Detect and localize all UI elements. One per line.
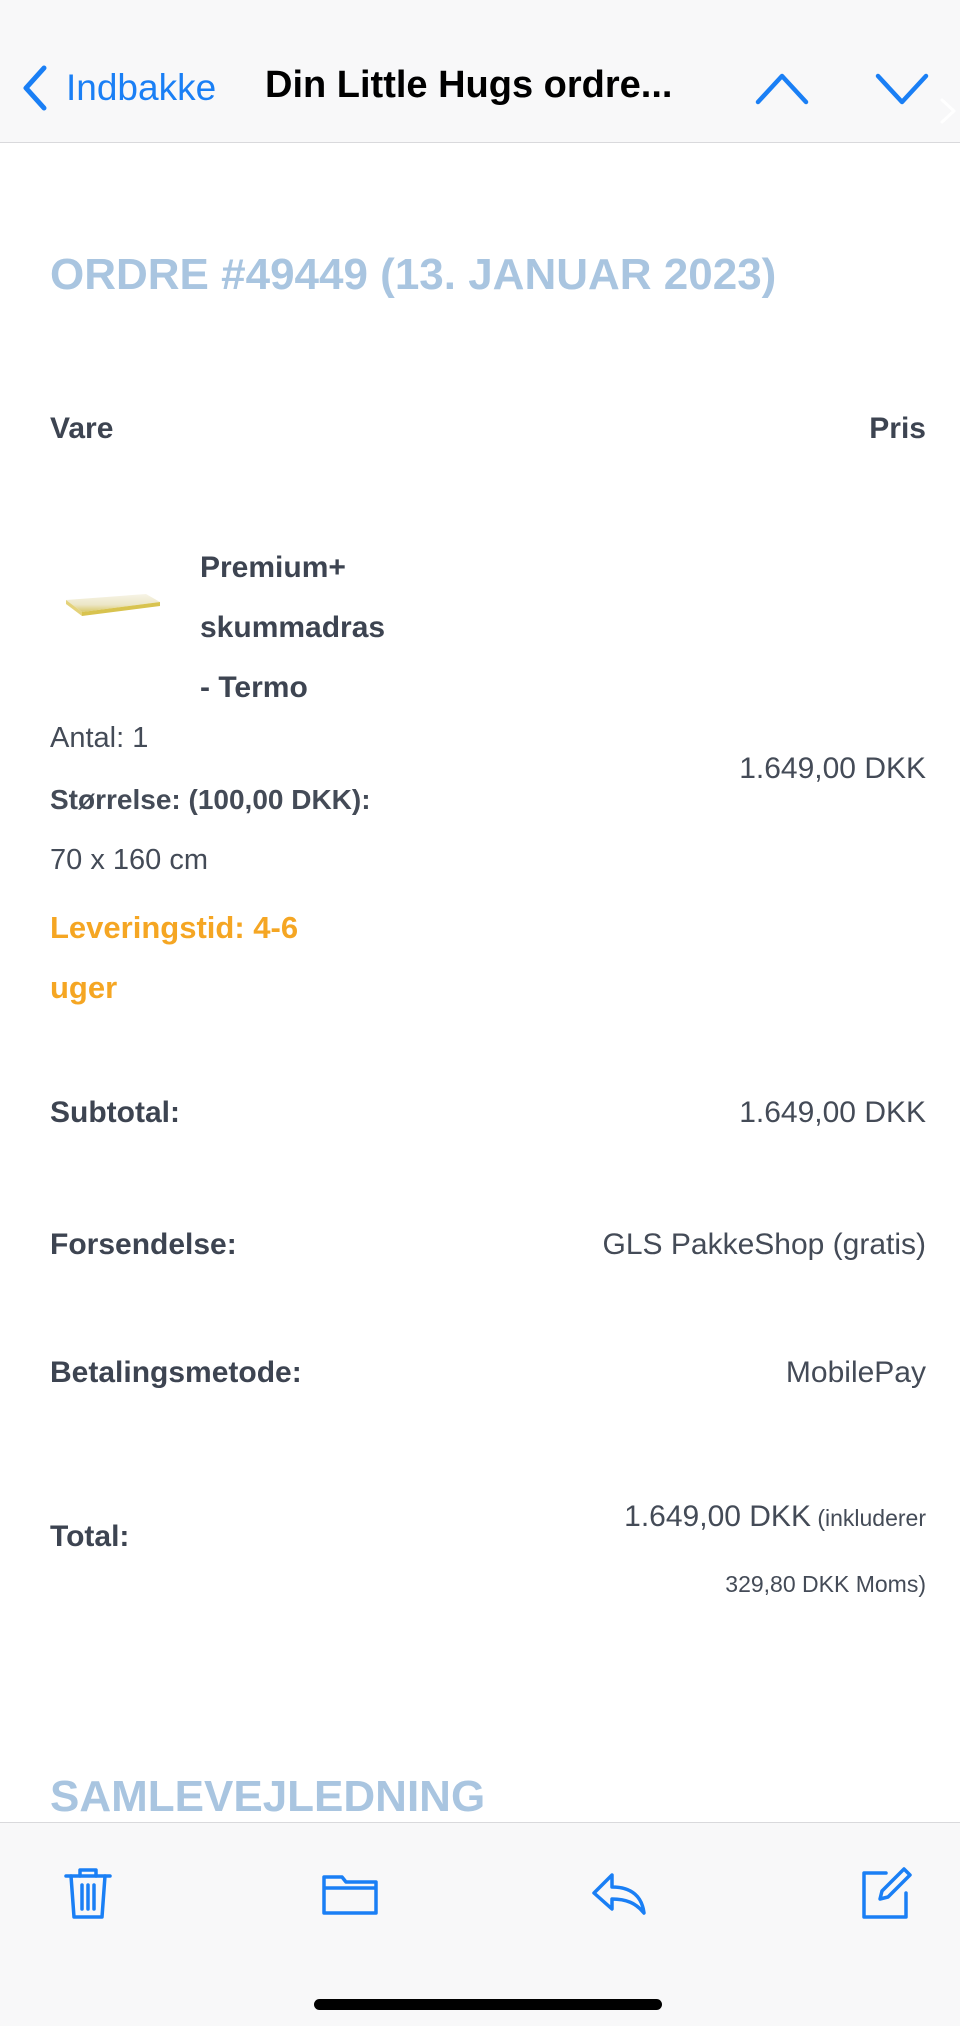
trash-icon [64, 1868, 112, 1919]
email-view: Indbakke Din Little Hugs ordre... ORDRE … [0, 0, 960, 2026]
move-to-folder-button[interactable] [320, 1863, 380, 1923]
chevron-down-icon [875, 73, 929, 105]
payment-method-label: Betalingsmetode: [50, 1356, 302, 1389]
product-name-line: Premium+ [200, 551, 346, 584]
compose-button[interactable] [856, 1863, 916, 1923]
product-name-line: - Termo [200, 671, 308, 704]
product-image[interactable] [60, 588, 164, 618]
back-label: Indbakke [66, 67, 217, 108]
back-to-inbox-button[interactable]: Indbakke [18, 58, 216, 118]
navigation-bar: Indbakke Din Little Hugs ordre... [0, 0, 960, 143]
shipping-value: GLS PakkeShop (gratis) [602, 1228, 926, 1261]
edge-chevron-icon [936, 96, 960, 126]
shipping-label: Forsendelse: [50, 1228, 237, 1261]
subtotal-label: Subtotal: [50, 1096, 180, 1129]
reply-icon [592, 1873, 646, 1915]
total-vat-amount: 329,80 DKK Moms) [725, 1571, 926, 1597]
compose-icon [862, 1867, 912, 1919]
total-value: 1.649,00 DKK (inkluderer 329,80 DKK Moms… [624, 1486, 926, 1615]
delete-button[interactable] [58, 1863, 118, 1923]
delivery-time: Leveringstid: 4-6 uger [50, 898, 380, 1018]
reply-button[interactable] [588, 1863, 648, 1923]
delivery-time-line: uger [50, 970, 118, 1005]
item-size-value: 70 x 160 cm [50, 844, 208, 876]
item-quantity: Antal: 1 [50, 722, 149, 754]
chevron-up-icon [755, 73, 809, 105]
home-indicator [314, 1999, 662, 2010]
item-price: 1.649,00 DKK [739, 752, 926, 785]
folder-icon [322, 1875, 378, 1915]
subtotal-value: 1.649,00 DKK [739, 1096, 926, 1129]
next-message-button[interactable] [872, 66, 932, 110]
previous-message-button[interactable] [752, 66, 812, 110]
delivery-time-line: Leveringstid: 4-6 [50, 910, 299, 945]
email-subject-title: Din Little Hugs ordre... [265, 64, 673, 106]
product-name[interactable]: Premium+ skummadras - Termo [200, 538, 460, 718]
product-name-line: skummadras [200, 611, 386, 644]
payment-method-value: MobilePay [785, 1356, 926, 1389]
column-header-price: Pris [869, 412, 926, 445]
chevron-left-icon [23, 65, 47, 111]
assembly-guide-heading: SAMLEVEJLEDNING [50, 1772, 486, 1821]
column-header-item: Vare [50, 412, 114, 445]
total-amount: 1.649,00 DKK [624, 1500, 811, 1533]
item-size-label: Størrelse: (100,00 DKK): [50, 784, 371, 815]
total-label: Total: [50, 1520, 130, 1553]
order-heading: ORDRE #49449 (13. JANUAR 2023) [50, 250, 777, 299]
bottom-toolbar [0, 1822, 960, 2026]
total-vat-note: (inkluderer [810, 1505, 926, 1531]
